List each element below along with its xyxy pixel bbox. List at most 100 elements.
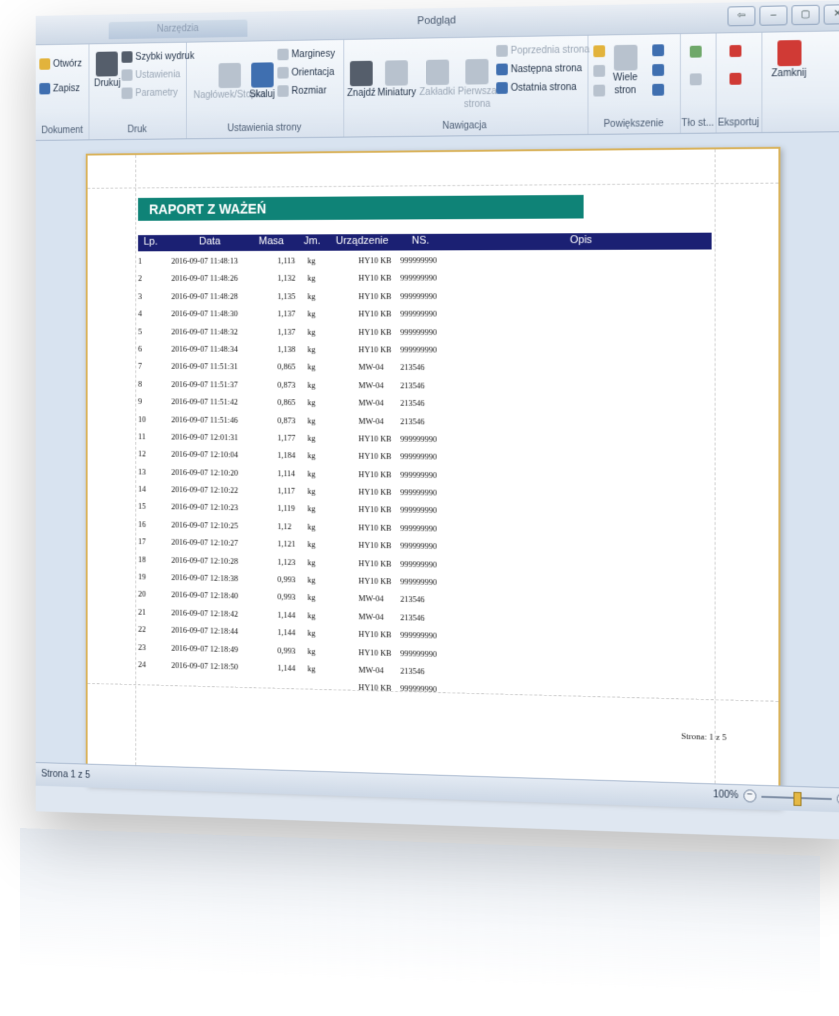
find-button[interactable]: Znajdź: [347, 60, 376, 99]
cell-urzadzenie: HY10 KB: [358, 291, 392, 301]
scale-button[interactable]: Skaluj: [249, 62, 275, 100]
cell-lp: 1: [138, 256, 142, 266]
cell-jm: kg: [307, 592, 316, 603]
cell-jm: kg: [307, 379, 316, 390]
cell-jm: kg: [307, 486, 316, 496]
bookmarks-button[interactable]: Zakładki: [419, 59, 455, 98]
zoom-slider-thumb[interactable]: [793, 791, 802, 806]
close-window-button[interactable]: ✕: [823, 4, 839, 25]
zoom-slider[interactable]: [761, 791, 832, 806]
print-params-button[interactable]: Parametry: [121, 87, 178, 100]
zoom-minus-button[interactable]: −: [743, 789, 757, 803]
cell-jm: kg: [307, 557, 316, 567]
thumbnails-label: Miniatury: [377, 87, 417, 99]
cell-masa: 0,873: [277, 415, 296, 425]
send-button[interactable]: [729, 72, 742, 85]
cell-ns: 999999990: [400, 273, 437, 283]
hand-tool[interactable]: [593, 64, 606, 77]
cell-data: 2016-09-07 11:51:42: [171, 396, 238, 407]
cell-jm: kg: [307, 326, 316, 337]
pointer-tool[interactable]: [593, 45, 606, 58]
cell-jm: kg: [307, 415, 316, 425]
cell-lp: 15: [138, 501, 146, 512]
cell-jm: kg: [307, 628, 316, 638]
first-page-button[interactable]: Pierwsza strona: [458, 58, 497, 110]
cell-jm: kg: [307, 574, 316, 585]
cell-urzadzenie: MW-04: [358, 611, 384, 622]
margins-button[interactable]: Marginesy: [277, 48, 335, 61]
size-button[interactable]: Rozmiar: [277, 85, 327, 97]
zoom-fit-button[interactable]: [652, 83, 665, 96]
group-dokument: Otwórz Zapisz Dokument: [35, 44, 90, 140]
cell-data: 2016-09-07 12:18:44: [171, 625, 239, 637]
cell-lp: 3: [138, 291, 142, 301]
cell-masa: 1,144: [277, 609, 296, 620]
cell-masa: 1,119: [277, 503, 296, 514]
col-jm: Jm.: [303, 235, 321, 247]
prev-page-button[interactable]: Poprzednia strona: [496, 44, 590, 57]
minimize-button[interactable]: –: [759, 5, 788, 26]
cell-lp: 8: [138, 378, 142, 389]
cell-ns: 999999990: [400, 683, 437, 695]
page-color-button[interactable]: [689, 45, 702, 58]
cell-masa: 1,144: [277, 662, 296, 673]
multi-page-button[interactable]: Wiele stron: [613, 44, 638, 97]
page-number: Strona: 1 z 5: [681, 730, 727, 743]
zoom-in-button[interactable]: [652, 44, 665, 57]
cell-lp: 10: [138, 413, 146, 424]
settings-icon: [121, 69, 133, 81]
cell-masa: 0,865: [277, 397, 296, 408]
watermark-button[interactable]: [689, 73, 702, 86]
print-settings-button[interactable]: Ustawienia: [121, 69, 181, 81]
cell-data: 2016-09-07 12:10:22: [171, 484, 239, 495]
first-page-icon: [465, 58, 489, 85]
cell-urzadzenie: HY10 KB: [358, 433, 392, 444]
cell-lp: 16: [138, 519, 146, 529]
quick-print-button[interactable]: Szybki wydruk: [121, 50, 194, 63]
zoom-tool[interactable]: [593, 84, 606, 97]
group-powiekszenie: Wiele stron Powiększenie: [587, 34, 681, 134]
print-button[interactable]: Drukuj: [94, 51, 121, 89]
cell-ns: 999999990: [400, 647, 437, 659]
window-title: Podgląd: [417, 14, 456, 28]
first-page-label-2: strona: [463, 98, 491, 110]
orientation-button[interactable]: Orientacja: [277, 66, 334, 79]
zoom-out-icon: [652, 64, 665, 77]
last-page-button[interactable]: Ostatnia strona: [496, 81, 577, 94]
save-button[interactable]: Zapisz: [39, 82, 80, 95]
cell-masa: 0,993: [277, 645, 296, 656]
print-settings-label: Ustawienia: [135, 69, 181, 81]
thumbnails-icon: [385, 60, 409, 86]
open-button[interactable]: Otwórz: [39, 58, 82, 70]
zoom-out-button[interactable]: [652, 64, 665, 77]
next-page-label: Następna strona: [510, 62, 583, 75]
window-controls: ⇦ – ▢ ✕: [727, 4, 839, 27]
group-eksport: Eksportuj: [715, 32, 763, 133]
preview-window: Narzędzia Podgląd ⇦ – ▢ ✕ Otwórz Zapisz: [35, 0, 839, 840]
cell-ns: 999999990: [400, 326, 437, 337]
window-reflection: [20, 828, 820, 996]
cell-masa: 1,12: [277, 521, 292, 532]
cell-ns: 999999990: [400, 540, 437, 552]
close-preview-button[interactable]: Zamknij: [771, 39, 807, 79]
group-zamknij: Zamknij: [761, 32, 815, 132]
orientation-icon: [277, 66, 289, 79]
cell-masa: 0,865: [277, 361, 296, 372]
group-label-ustawienia: Ustawienia strony: [227, 122, 302, 135]
cell-masa: 1,121: [277, 538, 296, 549]
cell-ns: 999999990: [400, 255, 437, 266]
cell-masa: 1,184: [277, 450, 296, 461]
cell-urzadzenie: MW-04: [358, 380, 384, 390]
cell-data: 2016-09-07 11:51:37: [171, 379, 238, 389]
save-icon: [39, 82, 51, 95]
cell-masa: 0,993: [277, 574, 296, 585]
cell-data: 2016-09-07 12:10:25: [171, 519, 239, 531]
back-button[interactable]: ⇦: [727, 5, 756, 27]
thumbnails-button[interactable]: Miniatury: [377, 60, 416, 98]
export-button[interactable]: [729, 44, 742, 58]
col-opis: Opis: [569, 234, 593, 247]
report-page: RAPORT Z WAŻEŃ Lp. Data Masa Jm. Urządze…: [85, 146, 781, 808]
next-page-button[interactable]: Następna strona: [496, 62, 583, 76]
cell-masa: 1,132: [277, 273, 296, 284]
maximize-button[interactable]: ▢: [791, 4, 820, 26]
